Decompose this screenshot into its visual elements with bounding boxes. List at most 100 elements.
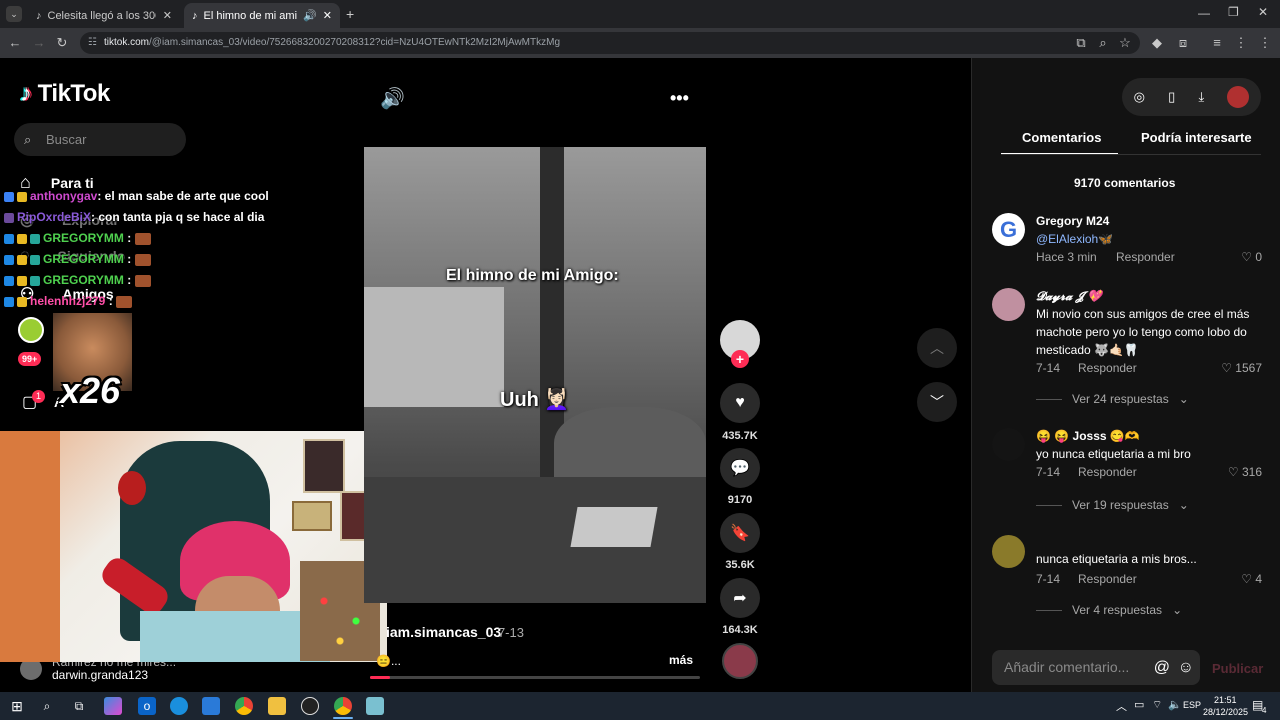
puzzle-icon[interactable]: ⧈ — [1174, 34, 1192, 52]
menu-icon[interactable]: ⋮ — [1256, 34, 1274, 52]
follow-plus-icon[interactable]: + — [731, 350, 749, 368]
windows-start-icon[interactable]: ⊞ — [8, 697, 26, 715]
zoom-icon[interactable]: ⌕ — [1094, 34, 1112, 52]
task-view-icon[interactable]: ⧉ — [70, 697, 88, 715]
like-count: 1567 — [1235, 361, 1262, 375]
copilot-icon[interactable] — [104, 697, 122, 715]
tab-podria-interesarte[interactable]: Podría interesarte — [1141, 130, 1252, 145]
video-player[interactable]: El himno de mi Amigo: Uuh 💆🏻‍♀️ — [364, 147, 706, 603]
tiktok-page: ♪ TikTok ⌕ Buscar ⌂ Para ti ◎ Explorar ◌… — [0, 58, 1280, 692]
reply-button[interactable]: Responder — [1078, 361, 1137, 375]
device-icon[interactable]: ▯ — [1168, 89, 1175, 105]
outlook-icon[interactable]: o — [138, 697, 156, 715]
bookmark-star-icon[interactable]: ☆ — [1116, 34, 1134, 52]
comment-avatar[interactable]: G — [992, 213, 1025, 246]
store-icon[interactable] — [202, 697, 220, 715]
comment-avatar[interactable] — [992, 428, 1025, 461]
back-icon[interactable]: ← — [6, 34, 24, 52]
view-replies[interactable]: Ver 4 respuestas ⌄ — [1036, 603, 1182, 617]
like-button[interactable]: ♥ — [720, 383, 760, 423]
obs-icon[interactable] — [301, 697, 319, 715]
poster-spiderman — [303, 439, 345, 493]
forward-icon[interactable]: → — [30, 34, 48, 52]
minimize-icon[interactable]: — — [1198, 6, 1210, 20]
video-progress-bar[interactable] — [370, 676, 700, 679]
more-options-icon[interactable]: ••• — [670, 88, 689, 109]
address-bar[interactable]: ☷ tiktok.com/@iam.simancas_03/video/7526… — [80, 32, 1140, 54]
sound-avatar[interactable] — [722, 643, 758, 679]
browser-toolbar: ← → ↻ ☷ tiktok.com/@iam.simancas_03/vide… — [0, 28, 1280, 58]
comment-like[interactable]: ♡ 316 — [1228, 465, 1262, 479]
profile-avatar[interactable] — [1227, 86, 1250, 108]
chrome-icon[interactable] — [235, 697, 253, 715]
chevron-down-icon: ⌄ — [1178, 392, 1189, 406]
language-indicator[interactable]: ESP — [1183, 700, 1201, 710]
comment-author[interactable]: 😝 😝 Josss 😋🫶 — [1036, 429, 1140, 443]
volume-icon[interactable]: 🔊 — [380, 86, 405, 111]
comment-author[interactable]: Gregory M24 — [1036, 214, 1109, 228]
tiktok-logo[interactable]: ♪ TikTok — [20, 80, 110, 108]
video-author[interactable]: iam.simancas_03 — [386, 624, 501, 640]
close-tab-icon[interactable]: ✕ — [323, 9, 332, 22]
comment-like[interactable]: ♡ 0 — [1241, 250, 1262, 264]
browser-tab-himno[interactable]: ♪ El himno de mi amigo: Un 🔊 ✕ — [184, 3, 340, 28]
chrome-active-icon[interactable] — [334, 697, 352, 715]
comment-avatar[interactable] — [992, 288, 1025, 321]
heart-outline-icon: ♡ — [1221, 361, 1232, 375]
coins-icon[interactable]: ◎ — [1134, 89, 1145, 105]
search-icon[interactable]: ⌕ — [38, 697, 56, 715]
extension-icon[interactable]: ◆ — [1148, 34, 1166, 52]
view-replies[interactable]: Ver 24 respuestas ⌄ — [1036, 392, 1189, 406]
cast-icon[interactable]: ⧉ — [1072, 34, 1090, 52]
comment-like[interactable]: ♡ 1567 — [1221, 361, 1262, 375]
tray-chevron-icon[interactable]: ︿ — [1116, 698, 1127, 714]
next-video-button[interactable]: ﹀ — [917, 382, 957, 422]
heart-outline-icon: ♡ — [1227, 465, 1239, 479]
close-tab-icon[interactable]: ✕ — [163, 9, 172, 22]
audio-playing-icon[interactable]: 🔊 — [303, 9, 317, 22]
clock-date[interactable]: 28/12/2025 — [1203, 707, 1248, 717]
reply-button[interactable]: Responder — [1078, 572, 1137, 586]
chevron-down-icon: ﹀ — [930, 394, 944, 410]
save-button[interactable]: 🔖 — [720, 513, 760, 553]
tab-comentarios[interactable]: Comentarios — [1022, 130, 1101, 145]
comment-avatar[interactable] — [992, 535, 1025, 568]
profile-icon[interactable]: ⋮ — [1232, 34, 1250, 52]
search-input[interactable]: ⌕ Buscar — [14, 123, 186, 156]
volume-tray-icon[interactable]: 🔈 — [1168, 698, 1182, 711]
emoji-icon[interactable]: ☺ — [1178, 650, 1194, 685]
browser-tab-celesita[interactable]: ♪ Celesita llegó a los 300k💖🕯# ✕ — [28, 3, 180, 28]
spiderman-mask — [118, 471, 146, 505]
publish-button[interactable]: Publicar — [1212, 661, 1263, 676]
download-icon[interactable]: ⤓ — [1198, 89, 1204, 105]
mention-icon[interactable]: @ — [1154, 650, 1170, 685]
comment-button[interactable]: 💬 — [720, 448, 760, 488]
comment-author[interactable]: 𝓓𝓪𝔂𝓻𝓪 𝓙 💖 — [1036, 289, 1102, 304]
site-info-icon[interactable]: ☷ — [88, 32, 97, 54]
reply-button[interactable]: Responder — [1116, 250, 1175, 264]
previous-video-button[interactable]: ︿ — [917, 328, 957, 368]
reload-icon[interactable]: ↻ — [53, 34, 71, 52]
view-replies[interactable]: Ver 19 respuestas ⌄ — [1036, 498, 1189, 512]
network-icon[interactable]: ▭ — [1134, 698, 1144, 711]
comment-like[interactable]: ♡ 4 — [1241, 572, 1262, 586]
close-window-icon[interactable]: ✕ — [1258, 5, 1268, 19]
share-arrow-icon: ➦ — [733, 590, 747, 607]
app-icon[interactable] — [366, 697, 384, 715]
new-tab-button[interactable]: + — [346, 6, 354, 22]
reply-button[interactable]: Responder — [1078, 465, 1137, 479]
add-comment-input[interactable]: Añadir comentario... @ ☺ — [992, 650, 1200, 685]
clock-time[interactable]: 21:51 — [1214, 695, 1237, 705]
notification-badge-99: 99+ — [18, 352, 42, 366]
restore-icon[interactable]: ❐ — [1228, 5, 1239, 19]
edge-icon[interactable] — [170, 697, 188, 715]
wifi-icon[interactable]: ⌔ — [1152, 698, 1162, 712]
tab-list-button[interactable]: ⌄ — [6, 6, 22, 22]
more-link[interactable]: más — [669, 653, 693, 667]
media-control-icon[interactable]: ≡ — [1208, 34, 1226, 52]
file-explorer-icon[interactable] — [268, 697, 286, 715]
nav-live-icon[interactable] — [18, 317, 44, 343]
prime-badge-icon — [30, 275, 40, 286]
share-button[interactable]: ➦ — [720, 578, 760, 618]
video-caption-mid: Uuh 💆🏻‍♀️ — [500, 389, 570, 411]
